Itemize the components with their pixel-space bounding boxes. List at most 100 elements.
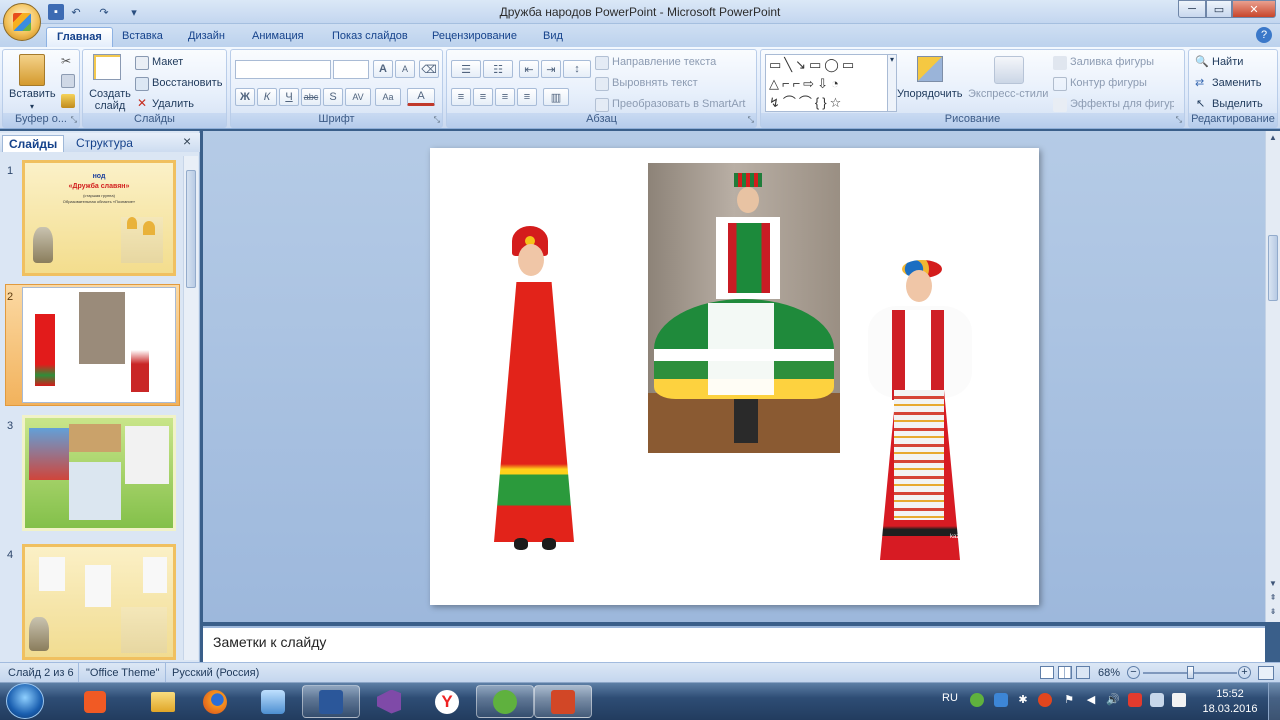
paste-button[interactable]: Вставить bbox=[9, 88, 56, 100]
select-button[interactable]: Выделить bbox=[1212, 98, 1263, 110]
bluetooth-icon[interactable]: ✱ bbox=[1016, 693, 1030, 707]
save-icon[interactable]: ▪ bbox=[48, 4, 64, 20]
slides-pane-scrollbar[interactable] bbox=[183, 156, 198, 660]
taskbar-yandex[interactable]: Y bbox=[418, 685, 476, 718]
align-left-icon[interactable]: ≡ bbox=[451, 88, 471, 106]
zoom-out-icon[interactable]: − bbox=[1127, 666, 1140, 679]
new-slide-button[interactable]: Создать слайд bbox=[89, 88, 131, 112]
zoom-level[interactable]: 68% bbox=[1098, 667, 1120, 679]
tab-animation[interactable]: Анимация bbox=[242, 27, 314, 47]
shape-fill-button[interactable]: Заливка фигуры bbox=[1070, 56, 1154, 68]
format-painter-icon[interactable] bbox=[61, 94, 75, 108]
align-text-button[interactable]: Выровнять текст bbox=[612, 77, 698, 89]
dialog-launcher-icon[interactable]: ⤡ bbox=[434, 115, 440, 125]
shadow-button[interactable]: S bbox=[323, 88, 343, 106]
grow-font-button[interactable]: A bbox=[373, 60, 393, 78]
redo-icon[interactable]: ↷ bbox=[96, 4, 112, 20]
volume-icon[interactable]: ◀ bbox=[1084, 693, 1098, 707]
photo-belarusian-costume[interactable] bbox=[648, 163, 840, 453]
scrollbar-thumb[interactable] bbox=[1268, 235, 1278, 301]
font-family-combo[interactable] bbox=[235, 60, 331, 79]
scroll-up-icon[interactable]: ▲ bbox=[1268, 133, 1278, 142]
notes-pane[interactable]: Заметки к слайду bbox=[203, 626, 1265, 662]
strikethrough-button[interactable]: abc bbox=[301, 88, 321, 106]
tray-icon[interactable] bbox=[994, 693, 1008, 707]
dialog-launcher-icon[interactable]: ⤡ bbox=[1176, 115, 1182, 125]
office-button[interactable] bbox=[3, 3, 41, 41]
tab-slideshow[interactable]: Показ слайдов bbox=[322, 27, 418, 47]
language-indicator[interactable]: Русский (Россия) bbox=[172, 667, 259, 679]
paste-icon[interactable] bbox=[19, 54, 45, 86]
taskbar-utorrent[interactable] bbox=[476, 685, 534, 718]
taskbar-visual-studio[interactable] bbox=[360, 685, 418, 718]
shape-effects-button[interactable]: Эффекты для фигур bbox=[1070, 98, 1174, 110]
shapes-more-icon[interactable]: ▾ bbox=[887, 54, 897, 112]
taskbar-audio[interactable] bbox=[244, 685, 302, 718]
dialog-launcher-icon[interactable]: ⤡ bbox=[748, 115, 754, 125]
fit-to-window-icon[interactable] bbox=[1258, 666, 1274, 680]
align-center-icon[interactable]: ≡ bbox=[473, 88, 493, 106]
taskbar-explorer[interactable] bbox=[134, 685, 192, 718]
undo-icon[interactable]: ↶ bbox=[68, 4, 84, 20]
numbering-icon[interactable]: ☷ bbox=[483, 60, 513, 78]
tab-design[interactable]: Дизайн bbox=[178, 27, 235, 47]
taskbar-firefox[interactable] bbox=[186, 685, 244, 718]
clear-formatting-icon[interactable]: ⌫ bbox=[419, 60, 439, 78]
scroll-down-icon[interactable]: ▼ bbox=[1268, 579, 1278, 588]
clock-time[interactable]: 15:52 bbox=[1200, 688, 1260, 700]
current-slide[interactable]: kazak-shop.ru bbox=[430, 148, 1039, 605]
replace-button[interactable]: Заменить bbox=[1212, 77, 1261, 89]
notes-placeholder[interactable]: Заметки к слайду bbox=[213, 634, 326, 650]
close-pane-icon[interactable]: × bbox=[183, 133, 191, 149]
utorrent-tray-icon[interactable] bbox=[970, 693, 984, 707]
shrink-font-button[interactable]: A bbox=[395, 60, 415, 78]
align-right-icon[interactable]: ≡ bbox=[495, 88, 515, 106]
tab-outline[interactable]: Структура bbox=[70, 135, 139, 152]
underline-button[interactable]: Ч bbox=[279, 88, 299, 106]
char-spacing-button[interactable]: AV bbox=[345, 88, 371, 106]
maximize-button[interactable]: ▭ bbox=[1206, 0, 1232, 18]
tab-view[interactable]: Вид bbox=[533, 27, 573, 47]
close-button[interactable]: ✕ bbox=[1232, 0, 1276, 18]
tab-review[interactable]: Рецензирование bbox=[422, 27, 527, 47]
start-button[interactable] bbox=[6, 683, 44, 719]
speaker-icon[interactable]: 🔊 bbox=[1106, 693, 1120, 707]
tab-insert[interactable]: Вставка bbox=[112, 27, 173, 47]
increase-indent-icon[interactable]: ⇥ bbox=[541, 60, 561, 78]
input-language[interactable]: RU bbox=[942, 692, 958, 704]
font-color-button[interactable]: A bbox=[407, 88, 435, 106]
tray-icon[interactable] bbox=[1128, 693, 1142, 707]
new-slide-icon[interactable] bbox=[93, 54, 121, 80]
dialog-launcher-icon[interactable]: ⤡ bbox=[71, 115, 77, 125]
slide-thumbnail-4[interactable] bbox=[22, 544, 176, 660]
reset-button[interactable]: Восстановить bbox=[152, 77, 222, 89]
line-spacing-icon[interactable]: ↕ bbox=[563, 60, 591, 78]
taskbar-powerpoint[interactable] bbox=[534, 685, 592, 718]
zoom-slider-thumb[interactable] bbox=[1187, 666, 1194, 679]
justify-icon[interactable]: ≡ bbox=[517, 88, 537, 106]
action-center-flag-icon[interactable]: ⚑ bbox=[1062, 693, 1076, 707]
show-desktop-button[interactable] bbox=[1268, 683, 1280, 720]
find-button[interactable]: Найти bbox=[1212, 56, 1243, 68]
slide-scrollbar[interactable]: ▲ ▼ ⇞ ⇟ bbox=[1265, 131, 1280, 622]
delete-slide-button[interactable]: Удалить bbox=[152, 98, 194, 110]
figure-ukrainian-costume[interactable] bbox=[858, 260, 980, 570]
bold-button[interactable]: Ж bbox=[235, 88, 255, 106]
slideshow-view-icon[interactable] bbox=[1076, 666, 1090, 679]
scrollbar-thumb[interactable] bbox=[186, 170, 196, 288]
copy-icon[interactable] bbox=[61, 74, 75, 88]
shapes-gallery[interactable]: ▭╲↘▭◯▭ △⌐⌐⇨⇩◔ ↯⌒⌒{}☆ bbox=[765, 54, 889, 112]
slide-sorter-icon[interactable] bbox=[1058, 666, 1072, 679]
decrease-indent-icon[interactable]: ⇤ bbox=[519, 60, 539, 78]
text-direction-button[interactable]: Направление текста bbox=[612, 56, 716, 68]
paste-dropdown-icon[interactable]: ▾ bbox=[30, 102, 34, 111]
tray-icon[interactable] bbox=[1172, 693, 1186, 707]
arrange-button[interactable]: Упорядочить bbox=[897, 88, 962, 100]
help-icon[interactable]: ? bbox=[1256, 27, 1272, 43]
zoom-slider[interactable] bbox=[1143, 666, 1237, 679]
previous-slide-icon[interactable]: ⇞ bbox=[1268, 593, 1278, 602]
font-size-combo[interactable] bbox=[333, 60, 369, 79]
figure-russian-sarafan[interactable] bbox=[470, 226, 598, 552]
italic-button[interactable]: К bbox=[257, 88, 277, 106]
normal-view-icon[interactable] bbox=[1040, 666, 1054, 679]
